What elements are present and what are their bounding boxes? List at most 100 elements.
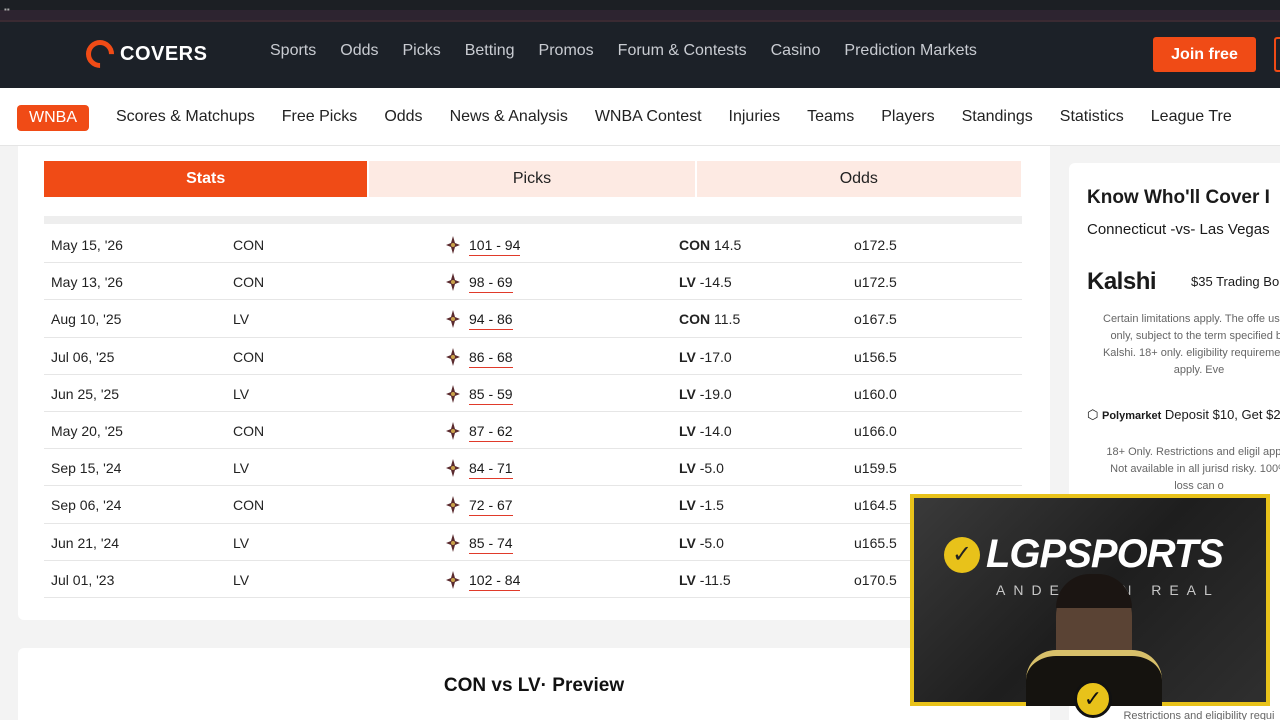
game-score-link[interactable]: 94 - 86 [469, 311, 513, 331]
table-row: May 20, '25 CON 87 - 62 LV -14.0 u166.0 [44, 412, 1022, 450]
tab-odds[interactable]: Odds [696, 161, 1021, 197]
webcam-brand-logo: ✓ LGPSPORTS [944, 532, 1224, 577]
league-tag[interactable]: WNBA [17, 105, 89, 131]
covers-logo[interactable]: COVERS [80, 34, 207, 74]
table-row: Jul 01, '23 LV 102 - 84 LV -11.5 o170.5 [44, 561, 1022, 598]
kalshi-fine-print: Certain limitations apply. The offe user… [1102, 313, 1280, 376]
sub-nav-item[interactable]: Odds [384, 108, 422, 126]
wnba-logo-icon [446, 421, 460, 440]
table-row: May 13, '26 CON 98 - 69 LV -14.5 u172.5 [44, 263, 1022, 301]
wnba-logo-icon [446, 533, 460, 552]
browser-top-strip: ▪▪ [0, 0, 1280, 22]
game-score-link[interactable]: 102 - 84 [469, 572, 521, 591]
kalshi-offer[interactable]: $35 Trading Bo [1191, 274, 1279, 289]
spread-team: LV [679, 571, 696, 588]
game-date: Jun 25, '25 [51, 385, 120, 402]
over-under: u156.5 [854, 348, 897, 365]
sub-nav-item[interactable]: Players [881, 108, 934, 126]
check-badge-icon: ✓ [1074, 680, 1112, 718]
over-under: o170.5 [854, 571, 897, 588]
game-score-link[interactable]: 85 - 74 [469, 535, 513, 554]
sub-nav-item[interactable]: Statistics [1060, 108, 1124, 126]
spread-value: 11.5 [714, 311, 741, 328]
sub-nav-item[interactable]: Teams [807, 108, 854, 126]
main-nav-list: Sports Odds Picks Betting Promos Forum & Cont… [270, 42, 1001, 60]
wnba-logo-icon [446, 310, 460, 329]
sub-nav-item[interactable]: News & Analysis [450, 108, 568, 126]
wnba-logo-icon [446, 273, 460, 292]
spread-team: LV [679, 497, 696, 514]
game-date: May 13, '26 [51, 274, 123, 291]
game-score-link[interactable]: 98 - 69 [469, 274, 513, 294]
wnba-logo-icon [446, 459, 460, 478]
sub-nav-item[interactable]: Scores & Matchups [116, 108, 255, 126]
sub-nav-item[interactable]: WNBA Contest [595, 108, 702, 126]
main-nav-item[interactable]: Forum & Contests [618, 42, 747, 60]
home-team: LV [233, 460, 250, 477]
table-row: Sep 15, '24 LV 84 - 71 LV -5.0 u159.5 [44, 449, 1022, 487]
polymarket-offer-text: Deposit $10, Get $2 [1164, 407, 1280, 422]
game-score-link[interactable]: 84 - 71 [469, 460, 513, 480]
table-row: Jun 21, '24 LV 85 - 74 LV -5.0 u165.5 [44, 524, 1022, 561]
spread-team: LV [679, 348, 696, 365]
top-strip-bar [0, 10, 1280, 20]
spread-team: LV [679, 534, 696, 551]
sub-nav-item[interactable]: League Tre [1151, 108, 1232, 126]
game-score-link[interactable]: 101 - 94 [469, 237, 521, 256]
spread: LV -11.5 [679, 572, 731, 588]
game-score-link[interactable]: 72 - 67 [469, 497, 513, 517]
spread: LV -14.0 [679, 423, 732, 439]
check-icon: ✓ [944, 536, 980, 573]
login-button-edge[interactable] [1274, 37, 1280, 72]
preview-title: CON vs LV· Preview [443, 675, 625, 696]
home-team: LV [233, 534, 250, 551]
spread-value: -5.0 [699, 534, 724, 551]
main-nav-item[interactable]: Sports [270, 42, 316, 60]
spread-value: -19.0 [699, 385, 732, 402]
game-date: Aug 10, '25 [51, 311, 122, 328]
spread: CON 11.5 [679, 311, 740, 327]
over-under: u160.0 [854, 385, 897, 402]
home-team: LV [233, 571, 250, 588]
home-team: CON [233, 274, 265, 291]
main-nav-item[interactable]: Betting [465, 42, 515, 60]
main-nav-item[interactable]: Promos [539, 42, 594, 60]
webcam-overlay: ✓ LGPSPORTS ANDERSON REAL ✓ [910, 494, 1270, 718]
spread: LV -5.0 [679, 535, 724, 551]
sub-nav-item[interactable]: Injuries [729, 108, 781, 126]
game-date: Sep 06, '24 [51, 497, 122, 514]
spread: CON 14.5 [679, 237, 741, 253]
game-score-link[interactable]: 86 - 68 [469, 349, 513, 368]
kalshi-logo[interactable]: Kalshi [1087, 268, 1157, 296]
polymarket-fine-print: 18+ Only. Restrictions and eligil apply.… [1106, 446, 1280, 492]
sub-nav-item[interactable]: Free Picks [282, 108, 358, 126]
spread-value: -11.5 [699, 571, 731, 588]
over-under: u159.5 [854, 460, 897, 477]
main-nav-item[interactable]: Odds [340, 42, 378, 60]
wnba-logo-icon [446, 347, 460, 366]
spread-value: 14.5 [714, 237, 742, 253]
main-nav-item[interactable]: Prediction Markets [844, 42, 977, 60]
spread: LV -17.0 [679, 349, 732, 365]
spread-value: -14.5 [699, 274, 732, 291]
game-score-link[interactable]: 85 - 59 [469, 386, 513, 405]
home-team: LV [233, 311, 250, 328]
home-team: CON [233, 237, 265, 253]
polymarket-offer[interactable]: ⬡ Polymarket Deposit $10, Get $2 [1087, 407, 1280, 423]
spread-team: LV [679, 422, 696, 439]
covers-logo-icon [80, 34, 120, 74]
spread-team: LV [679, 385, 696, 402]
spread-value: -14.0 [699, 422, 732, 439]
tab-picks[interactable]: Picks [369, 161, 695, 197]
tab-stats[interactable]: Stats [44, 161, 368, 197]
game-score-link[interactable]: 87 - 62 [469, 423, 513, 442]
game-date: Jun 21, '24 [51, 534, 120, 551]
main-nav-item[interactable]: Casino [771, 42, 821, 60]
webcam-brand: LGPSPORTS [986, 532, 1224, 576]
table-row: May 15, '26 CON 101 - 94 CON 14.5 o172.5 [44, 226, 1022, 264]
home-team: CON [233, 348, 265, 365]
join-free-button[interactable]: Join free [1153, 37, 1256, 72]
main-nav-item[interactable]: Picks [403, 42, 441, 60]
sub-nav-item[interactable]: Standings [962, 108, 1033, 126]
wnba-logo-icon [446, 496, 460, 515]
